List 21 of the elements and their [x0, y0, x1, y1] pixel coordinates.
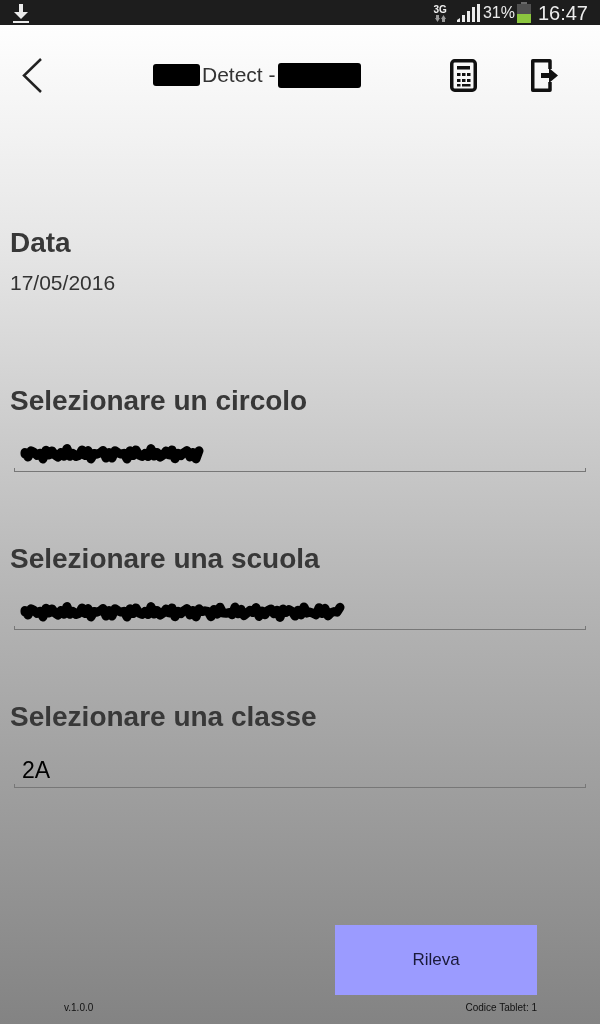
- data-arrows-icon: [434, 14, 446, 22]
- exit-icon[interactable]: [530, 58, 559, 92]
- date-value: 17/05/2016: [10, 271, 116, 295]
- text-field[interactable]: 2A: [14, 753, 586, 788]
- battery-percentage: 31%: [482, 2, 515, 23]
- detect-button[interactable]: Rileva: [335, 925, 537, 995]
- clock: 16:47: [537, 0, 588, 25]
- date-label: Data: [10, 227, 71, 259]
- back-icon[interactable]: [22, 57, 42, 93]
- network-type: 3G: [433, 3, 447, 15]
- field-label: Selezionare un circolo: [10, 385, 308, 417]
- app-title: Detect -: [202, 63, 276, 87]
- signal-icon: [456, 3, 480, 22]
- battery-icon: [516, 2, 531, 23]
- field-label: Selezionare una classe: [10, 701, 317, 733]
- redaction-block: [153, 64, 200, 86]
- version-label: v.1.0.0: [64, 1002, 94, 1014]
- tablet-code-label: Codice Tablet: 1: [465, 1002, 537, 1014]
- calculator-icon[interactable]: [449, 58, 477, 92]
- download-icon: [12, 2, 30, 23]
- field-label: Selezionare una scuola: [10, 543, 320, 575]
